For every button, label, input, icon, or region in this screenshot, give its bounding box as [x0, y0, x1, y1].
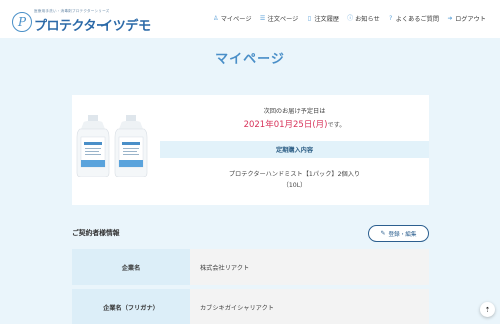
floating-action-button[interactable]: ⇡ — [480, 302, 495, 317]
info-icon: ⓘ — [347, 14, 354, 22]
bottle-image — [76, 115, 110, 177]
logo-sub: イツデモ — [100, 19, 151, 34]
site-header: P 医療用手洗い・消毒剤プロテクターシリーズ プロテクター イツデモ ♙ マイペ… — [0, 0, 500, 38]
row-value: 株式会社リアクト — [190, 249, 429, 285]
question-icon: ? — [389, 14, 393, 22]
periodic-purchase-header: 定期購入内容 — [160, 141, 429, 158]
table-row: 企業名 株式会社リアクト — [72, 249, 429, 285]
logo-tagline: 医療用手洗い・消毒剤プロテクターシリーズ — [34, 9, 110, 13]
nav-item-history[interactable]: ▯ 注文履歴 — [306, 14, 339, 23]
product-image — [76, 115, 156, 179]
nav-label: お知らせ — [355, 16, 380, 23]
logo[interactable]: P 医療用手洗い・消毒剤プロテクターシリーズ プロテクター イツデモ — [12, 6, 152, 34]
user-icon: ♙ — [213, 14, 219, 22]
product-name: プロテクターハンドミスト【1パック】2個入り — [228, 171, 361, 178]
product-volume: （10L） — [282, 182, 307, 189]
nav-label: 注文ページ — [267, 16, 299, 23]
nav-label: よくあるご質問 — [395, 16, 440, 23]
nav-item-logout[interactable]: ➜ ログアウト — [447, 14, 486, 23]
delivery-suffix: です。 — [327, 122, 346, 129]
logo-mark-icon: P — [12, 12, 32, 32]
delivery-text: 次回のお届け予定日は — [263, 108, 326, 115]
nav-label: 注文履歴 — [314, 16, 340, 23]
row-label: 企業名（フリガナ） — [72, 289, 190, 324]
logo-name: プロテクター — [34, 19, 109, 34]
bottle-image — [114, 115, 148, 177]
list-icon: ☰ — [259, 14, 266, 22]
logout-icon: ➜ — [447, 14, 453, 22]
nav-item-news[interactable]: ⓘ お知らせ — [347, 14, 380, 23]
nav-label: マイページ — [220, 16, 252, 23]
pencil-icon: ✎ — [380, 231, 386, 237]
main-nav: ♙ マイページ ☰ 注文ページ ▯ 注文履歴 ⓘ お知らせ ? よくあるご質問 … — [213, 14, 486, 23]
edit-button[interactable]: ✎ 登録・編集 — [368, 225, 429, 242]
delivery-date-line: 2021年01月25日(月)です。 — [160, 118, 429, 130]
row-label: 企業名 — [72, 249, 190, 285]
nav-item-faq[interactable]: ? よくあるご質問 — [388, 14, 439, 23]
table-row: 企業名（フリガナ） カブシキガイシャリアクト — [72, 289, 429, 324]
delivery-date: 2021年01月25日(月) — [243, 120, 328, 130]
row-value: カブシキガイシャリアクト — [190, 289, 429, 324]
contract-section-title: ご契約者様情報 — [72, 229, 120, 237]
contract-info-table: 企業名 株式会社リアクト 企業名（フリガナ） カブシキガイシャリアクト — [72, 249, 429, 324]
arrow-up-icon: ⇡ — [484, 305, 491, 314]
edit-button-label: 登録・編集 — [388, 231, 417, 238]
next-order-card: 次回のお届け予定日は 2021年01月25日(月)です。 定期購入内容 プロテク… — [72, 95, 429, 205]
page-title: マイページ — [215, 52, 285, 67]
nav-label: ログアウト — [455, 16, 486, 23]
nav-item-order[interactable]: ☰ 注文ページ — [260, 14, 299, 23]
document-icon: ▯ — [307, 14, 312, 22]
nav-item-mypage[interactable]: ♙ マイページ — [213, 14, 252, 23]
